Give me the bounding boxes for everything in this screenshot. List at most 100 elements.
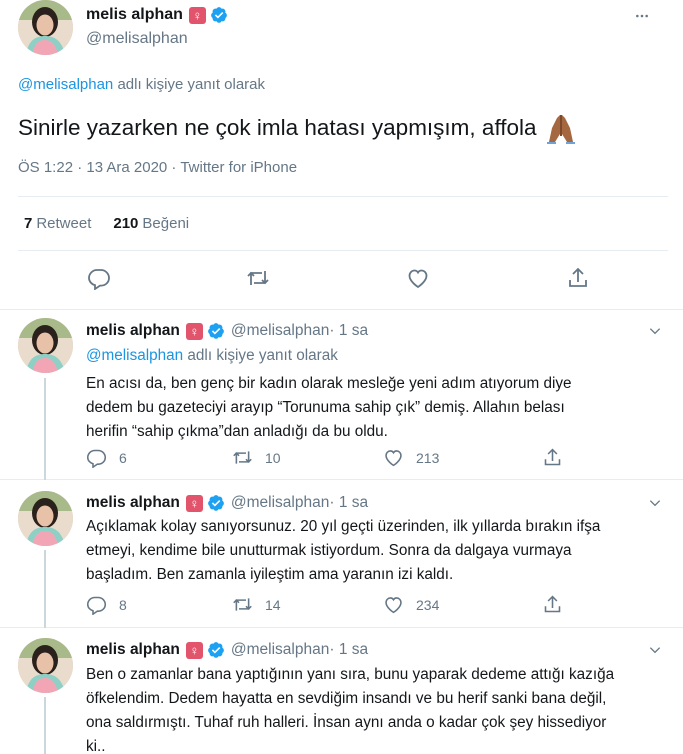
reply-button[interactable]: 8 — [86, 594, 127, 615]
author-handle[interactable]: @melisalphan — [231, 494, 329, 512]
share-icon — [544, 448, 561, 466]
retweet-label: Retweet — [36, 215, 92, 232]
reply-tweet[interactable]: melis alphan ♀ @melisalphan · 1 sa @meli… — [0, 310, 683, 480]
like-icon — [385, 450, 402, 467]
thread-line — [44, 550, 46, 628]
retweet-icon — [233, 598, 252, 611]
avatar[interactable] — [18, 638, 73, 693]
female-sign-icon: ♀ — [188, 6, 206, 24]
tweet-text-line: başladım. Ben zamanla iyileştim ama yara… — [86, 566, 454, 583]
reply-tweet[interactable]: melis alphan ♀ @melisalphan · 1 sa Ben o… — [0, 628, 683, 754]
retweet-button[interactable]: 10 — [232, 447, 281, 468]
tweet-time[interactable]: · 1 sa — [329, 322, 368, 340]
divider — [18, 196, 668, 197]
author-handle[interactable]: @melisalphan — [86, 30, 188, 48]
retweet-count: 7 — [24, 215, 33, 232]
avatar-image — [18, 318, 73, 373]
tweet-text-content: Sinirle yazarken ne çok imla hatası yapm… — [18, 115, 537, 140]
tweet-text: Ben o zamanlar bana yaptığının yanı sıra… — [86, 663, 656, 754]
retweet-icon — [233, 451, 252, 464]
main-tweet: melis alphan ♀ @melisalphan @melisalphan… — [0, 0, 683, 310]
tweet-text-line: En acısı da, ben genç bir kadın olarak m… — [86, 375, 572, 392]
tweet-actions: 6 10 213 — [86, 447, 646, 469]
retweet-button[interactable]: 14 — [232, 594, 281, 615]
author-handle[interactable]: @melisalphan — [231, 641, 329, 659]
share-button[interactable] — [542, 594, 575, 615]
author-name-row[interactable]: melis alphan ♀ — [86, 6, 228, 24]
like-icon[interactable] — [406, 266, 430, 290]
mention-link[interactable]: @melisalphan — [18, 76, 113, 93]
avatar[interactable] — [18, 0, 73, 55]
like-button[interactable]: 234 — [383, 594, 439, 615]
tweet-text-line: Ben o zamanlar bana yaptığının yanı sıra… — [86, 666, 615, 683]
thread-line — [44, 697, 46, 754]
display-name[interactable]: melis alphan — [86, 641, 180, 659]
tweet-text-line: herifin “sahip çıkma”dan anladığı da bu … — [86, 423, 388, 440]
replying-to-text: adlı kişiye yanıt olarak — [183, 347, 338, 364]
author-handle[interactable]: @melisalphan — [231, 322, 329, 340]
tweet-time[interactable]: · 1 sa — [329, 641, 368, 659]
tweet-text-line: ki.. — [86, 738, 106, 754]
like-button[interactable]: 213 — [383, 447, 439, 468]
like-count: 234 — [416, 596, 440, 613]
tweet-text-line: etmeyi, kendime bile unutturmak istiyord… — [86, 542, 572, 559]
reply-count: 8 — [119, 596, 127, 613]
avatar-image — [18, 0, 73, 55]
tweet-stats: 7 Retweet 210 Beğeni — [24, 215, 211, 232]
display-name[interactable]: melis alphan — [86, 322, 180, 340]
like-stat[interactable]: 210 Beğeni — [113, 215, 189, 232]
share-icon[interactable] — [566, 266, 590, 290]
divider — [18, 250, 668, 251]
chevron-down-icon[interactable] — [648, 496, 662, 510]
tweet-actions: 8 14 234 — [86, 594, 646, 616]
share-icon — [544, 595, 561, 613]
tweet-text-line: öfkelendim. Dedem hayatta en sevdiğim in… — [86, 690, 607, 707]
verified-badge-icon — [208, 323, 224, 339]
female-sign-icon: ♀ — [185, 494, 203, 512]
chevron-down-icon[interactable] — [648, 324, 662, 338]
author-name-row[interactable]: melis alphan ♀ @melisalphan · 1 sa — [86, 641, 368, 659]
tweet-text: Sinirle yazarken ne çok imla hatası yapm… — [18, 112, 579, 144]
more-options-icon[interactable] — [635, 9, 649, 23]
folded-hands-icon — [546, 115, 575, 144]
tweet-text-line: Açıklamak kolay sanıyorsunuz. 20 yıl geç… — [86, 518, 601, 535]
avatar[interactable] — [18, 491, 73, 546]
thread-line — [44, 378, 46, 480]
tweet-text-line: dedem bu gazeteciyi arayıp “Torunuma sah… — [86, 399, 565, 416]
tweet-timestamp[interactable]: ÖS 1:22 · 13 Ara 2020 · Twitter for iPho… — [18, 159, 297, 176]
like-icon — [385, 597, 402, 614]
female-sign-icon: ♀ — [185, 641, 203, 659]
avatar-image — [18, 638, 73, 693]
chevron-down-icon[interactable] — [648, 643, 662, 657]
avatar-image — [18, 491, 73, 546]
reply-count: 6 — [119, 449, 127, 466]
retweet-stat[interactable]: 7 Retweet — [24, 215, 91, 232]
retweet-count: 10 — [265, 449, 281, 466]
like-label: Beğeni — [142, 215, 190, 232]
display-name[interactable]: melis alphan — [86, 494, 180, 512]
like-count: 210 — [113, 215, 139, 232]
retweet-count: 14 — [265, 596, 281, 613]
tweet-text: Açıklamak kolay sanıyorsunuz. 20 yıl geç… — [86, 515, 656, 587]
author-name-row[interactable]: melis alphan ♀ @melisalphan · 1 sa — [86, 494, 368, 512]
retweet-icon[interactable] — [246, 266, 270, 290]
verified-badge-icon — [208, 495, 224, 511]
reply-button[interactable]: 6 — [86, 447, 127, 468]
tweet-time[interactable]: · 1 sa — [329, 494, 368, 512]
female-sign-icon: ♀ — [185, 322, 203, 340]
replying-to-text: adlı kişiye yanıt olarak — [113, 76, 266, 93]
reply-icon — [86, 449, 107, 468]
reply-icon[interactable] — [87, 266, 111, 290]
verified-badge-icon — [208, 642, 224, 658]
mention-link[interactable]: @melisalphan — [86, 347, 183, 364]
share-button[interactable] — [542, 447, 575, 468]
tweet-text: En acısı da, ben genç bir kadın olarak m… — [86, 372, 656, 444]
replying-to: @melisalphan adlı kişiye yanıt olarak — [18, 76, 265, 93]
reply-icon — [86, 596, 107, 615]
author-name-row[interactable]: melis alphan ♀ @melisalphan · 1 sa — [86, 322, 368, 340]
avatar[interactable] — [18, 318, 73, 373]
reply-tweet[interactable]: melis alphan ♀ @melisalphan · 1 sa Açıkl… — [0, 480, 683, 628]
like-count: 213 — [416, 449, 440, 466]
display-name[interactable]: melis alphan — [86, 6, 183, 24]
tweet-text-line: ona saldırmıştı. Tuhaf ruh halleri. İnsa… — [86, 714, 607, 731]
